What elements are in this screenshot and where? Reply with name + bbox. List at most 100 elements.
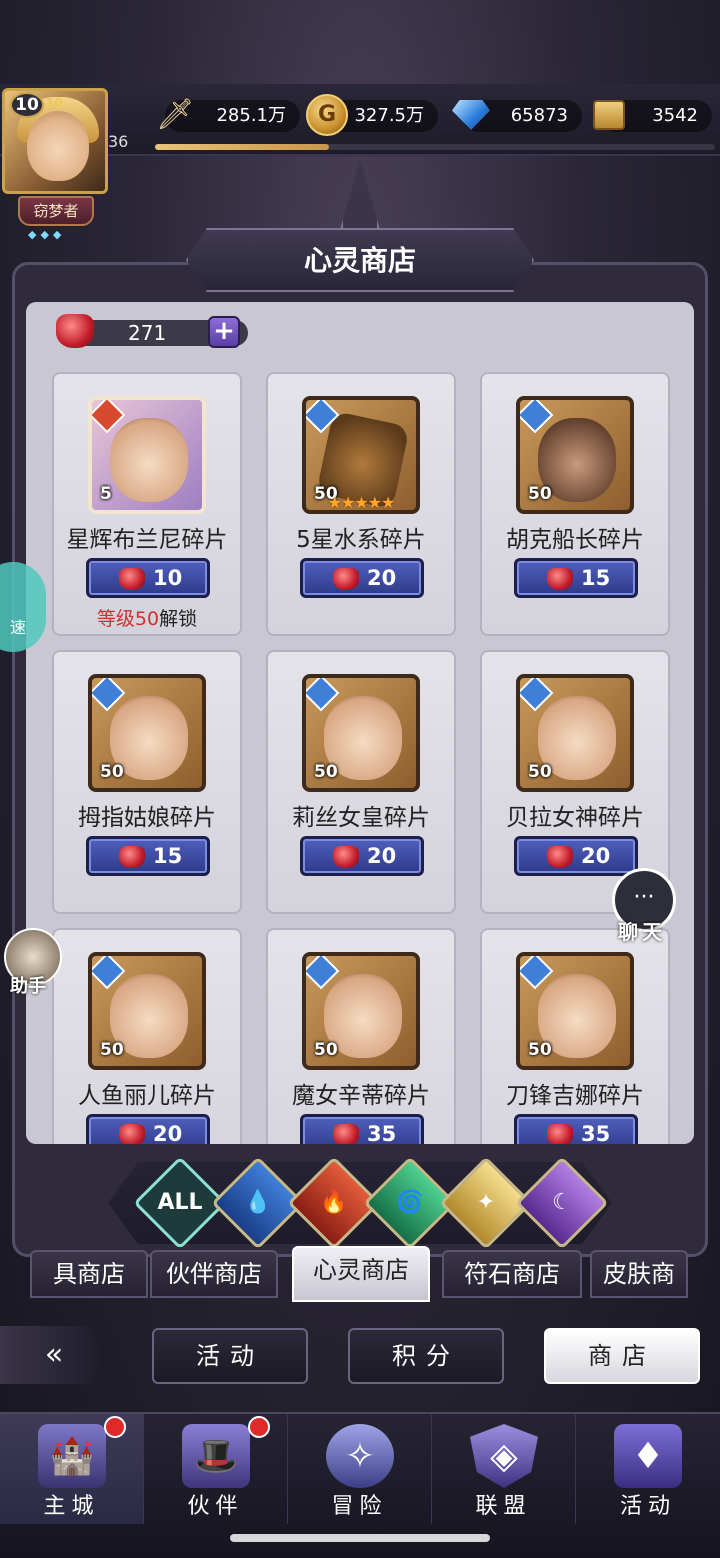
buy-button[interactable]: 20 (300, 836, 424, 876)
item-name: 贝拉女神碎片 (506, 805, 644, 831)
buy-button[interactable]: 15 (86, 836, 210, 876)
red-gem-icon (333, 1124, 359, 1144)
item-price: 20 (367, 566, 397, 590)
diamond-value: 65873 (510, 105, 568, 126)
item-name: 人鱼丽儿碎片 (78, 1083, 216, 1109)
add-currency-button[interactable]: + (208, 316, 240, 348)
speed-button[interactable]: 速 (0, 562, 46, 652)
shop-content[interactable]: 271 + 5 星辉布兰尼碎片 10 等级50解锁 50 ★★★★★ 5星水系碎… (26, 302, 694, 1144)
item-count: 50 (314, 1040, 338, 1060)
tab-item-shop[interactable]: 具商店 (30, 1250, 148, 1298)
shop-item-card[interactable]: 5 星辉布兰尼碎片 10 等级50解锁 (52, 372, 242, 636)
title-decoration: ◆◆◆ (28, 228, 66, 241)
item-price: 20 (367, 844, 397, 868)
shield-icon: ◈ (470, 1424, 538, 1488)
shop-tabs: 具商店 伙伴商店 心灵商店 符石商店 皮肤商 (30, 1246, 690, 1302)
red-gem-icon (56, 314, 94, 348)
hero-portrait (110, 418, 188, 502)
item-count: 50 (100, 1040, 124, 1060)
nav-partner[interactable]: 🎩 伙伴 (144, 1414, 288, 1524)
home-indicator[interactable] (230, 1534, 490, 1542)
buy-button[interactable]: 15 (514, 558, 638, 598)
xp-fill (155, 144, 329, 150)
item-count: 50 (314, 762, 338, 782)
red-gem-icon (333, 568, 359, 590)
points-button[interactable]: 积分 (348, 1328, 504, 1384)
xp-bar (155, 144, 715, 150)
resource-scroll[interactable]: 3542 (593, 100, 712, 132)
cards-icon: ♦ (614, 1424, 682, 1488)
shop-button[interactable]: 商店 (544, 1328, 700, 1384)
red-gem-icon (547, 1124, 573, 1144)
nav-alliance[interactable]: ◈ 联盟 (432, 1414, 576, 1524)
resource-power[interactable]: 🗡 285.1万 (156, 97, 300, 132)
item-name: 5星水系碎片 (296, 527, 426, 553)
shop-item-card[interactable]: 50 胡克船长碎片 15 (480, 372, 670, 636)
item-name: 胡克船长碎片 (506, 527, 644, 553)
item-price: 15 (153, 844, 183, 868)
resource-gold[interactable]: G 327.5万 (306, 94, 438, 136)
buy-button[interactable]: 20 (514, 836, 638, 876)
nav-adventure-label: 冒险 (331, 1494, 388, 1519)
item-icon[interactable]: 50 (302, 674, 420, 792)
scroll-value: 3542 (652, 105, 698, 126)
gold-coin-icon: G (306, 94, 348, 136)
notification-dot (104, 1416, 126, 1438)
back-arrow-icon[interactable]: « (0, 1326, 108, 1384)
shop-item-card[interactable]: 50 人鱼丽儿碎片 20 (52, 928, 242, 1144)
nav-alliance-label: 联盟 (475, 1494, 532, 1519)
shop-item-card[interactable]: 50 拇指姑娘碎片 15 (52, 650, 242, 914)
shop-item-card[interactable]: 50 ★★★★★ 5星水系碎片 20 (266, 372, 456, 636)
item-icon[interactable]: 50 (302, 952, 420, 1070)
shop-item-card[interactable]: 50 刀锋吉娜碎片 35 (480, 928, 670, 1144)
nav-partner-label: 伙伴 (187, 1494, 244, 1519)
diamond-icon (450, 94, 492, 136)
nav-adventure[interactable]: ✧ 冒险 (288, 1414, 432, 1524)
tab-skin-shop[interactable]: 皮肤商 (590, 1250, 688, 1298)
tab-partner-shop[interactable]: 伙伴商店 (150, 1250, 278, 1298)
red-gem-icon (547, 846, 573, 868)
buy-button[interactable]: 20 (300, 558, 424, 598)
item-icon[interactable]: 5 (88, 396, 206, 514)
item-icon[interactable]: 50 (516, 952, 634, 1070)
item-price: 10 (153, 566, 183, 590)
tab-rune-shop[interactable]: 符石商店 (442, 1250, 582, 1298)
scroll-icon (588, 94, 630, 136)
buy-button[interactable]: 35 (300, 1114, 424, 1144)
gold-value: 327.5万 (354, 105, 424, 126)
item-price: 20 (581, 844, 611, 868)
item-icon[interactable]: 50 (88, 952, 206, 1070)
item-name: 星辉布兰尼碎片 (66, 527, 228, 553)
shop-item-card[interactable]: 50 魔女辛蒂碎片 35 (266, 928, 456, 1144)
item-name: 拇指姑娘碎片 (78, 805, 216, 831)
shop-item-card[interactable]: 50 莉丝女皇碎片 20 (266, 650, 456, 914)
item-count: 5 (100, 484, 112, 504)
item-icon[interactable]: 50 (516, 674, 634, 792)
assistant-label[interactable]: 助手 (10, 972, 46, 998)
chat-label[interactable]: 聊天 (618, 916, 666, 945)
item-icon[interactable]: 50 (88, 674, 206, 792)
item-icon[interactable]: 50 ★★★★★ (302, 396, 420, 514)
red-gem-icon (119, 846, 145, 868)
speed-label: 速 (10, 618, 27, 637)
castle-icon: 🏰 (38, 1424, 106, 1488)
buy-button[interactable]: 35 (514, 1114, 638, 1144)
nav-main-city[interactable]: 🏰 主城 (0, 1414, 144, 1524)
unlock-level: 等级50 (96, 608, 160, 630)
item-count: 50 (528, 1040, 552, 1060)
buy-button[interactable]: 10 (86, 558, 210, 598)
red-gem-icon (119, 1124, 145, 1144)
buy-button[interactable]: 20 (86, 1114, 210, 1144)
red-gem-icon (547, 568, 573, 590)
nav-activity[interactable]: ♦ 活动 (576, 1414, 720, 1524)
tab-mind-shop[interactable]: 心灵商店 (292, 1246, 430, 1302)
player-level: 36 (108, 132, 129, 151)
unlock-requirement: 等级50解锁 (54, 604, 240, 631)
resource-diamond[interactable]: 65873 (452, 100, 582, 132)
item-price: 35 (581, 1122, 611, 1144)
player-title: 窃梦者 (18, 196, 94, 226)
item-icon[interactable]: 50 (516, 396, 634, 514)
currency-value: 271 (128, 321, 167, 345)
avatar-face (27, 111, 89, 181)
activity-button[interactable]: 活动 (152, 1328, 308, 1384)
